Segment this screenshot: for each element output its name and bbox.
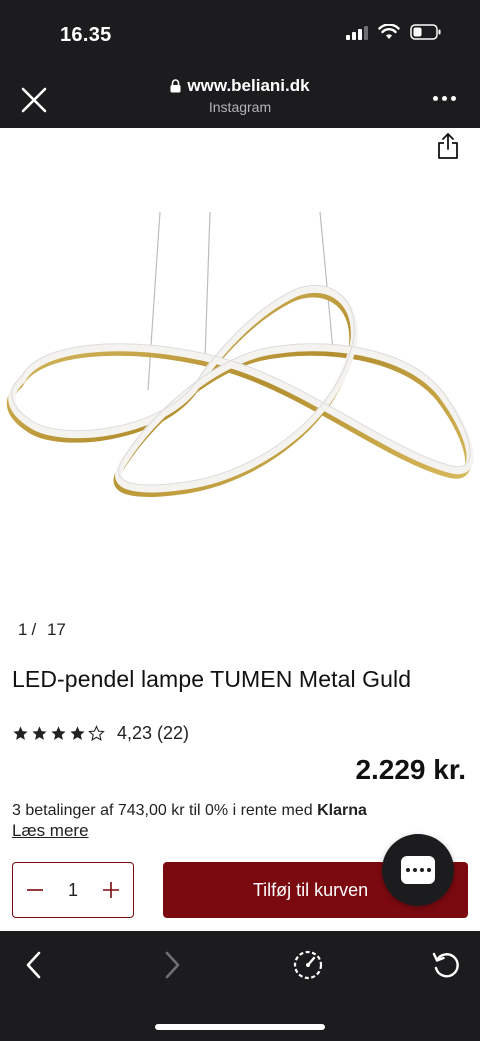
chevron-right-icon bbox=[165, 951, 180, 979]
forward-button[interactable] bbox=[154, 947, 190, 983]
star-filled-icon bbox=[51, 726, 66, 740]
status-icons bbox=[346, 24, 442, 40]
lock-icon bbox=[170, 79, 181, 93]
star-empty-icon bbox=[88, 725, 105, 741]
increase-quantity-button[interactable] bbox=[99, 878, 123, 902]
chevron-left-icon bbox=[26, 951, 41, 979]
battery-icon bbox=[410, 24, 441, 40]
product-rating[interactable]: 4,23 (22) bbox=[12, 723, 189, 744]
home-indicator[interactable] bbox=[155, 1024, 325, 1030]
chat-icon bbox=[401, 856, 435, 884]
rating-text: 4,23 (22) bbox=[117, 723, 190, 743]
add-to-cart-label: Tilføj til kurven bbox=[252, 879, 369, 900]
star-filled-icon bbox=[13, 726, 28, 740]
quantity-value[interactable]: 1 bbox=[68, 880, 78, 901]
more-options-button[interactable] bbox=[433, 96, 456, 101]
financing-info: 3 betalinger af 743,00 kr til 0% i rente… bbox=[12, 802, 367, 819]
gauge-icon bbox=[293, 950, 323, 980]
url-bar[interactable]: www.beliani.dk Instagram bbox=[0, 76, 480, 115]
read-more-link[interactable]: Læs mere bbox=[12, 821, 89, 841]
cellular-signal-icon bbox=[346, 24, 368, 40]
url-text: www.beliani.dk bbox=[187, 76, 310, 95]
star-filled-icon bbox=[32, 726, 47, 740]
image-counter: 1/ 17 bbox=[18, 620, 66, 639]
star-filled-icon bbox=[70, 726, 85, 740]
product-title: LED-pendel lampe TUMEN Metal Guld bbox=[12, 666, 412, 692]
back-button[interactable] bbox=[16, 947, 52, 983]
share-icon[interactable] bbox=[436, 132, 460, 160]
browser-header: www.beliani.dk Instagram bbox=[0, 70, 480, 128]
reload-icon bbox=[432, 952, 459, 978]
minus-icon bbox=[27, 889, 43, 891]
plus-icon bbox=[102, 882, 119, 898]
product-price: 2.229 kr. bbox=[355, 754, 466, 785]
wifi-icon bbox=[378, 24, 400, 39]
klarna-logo: Klarna bbox=[317, 802, 367, 819]
decrease-quantity-button[interactable] bbox=[23, 878, 47, 902]
status-bar: 16.35 bbox=[0, 0, 480, 70]
chat-button[interactable] bbox=[382, 834, 454, 906]
reload-button[interactable] bbox=[428, 947, 464, 983]
url-source: Instagram bbox=[208, 99, 272, 115]
product-image[interactable] bbox=[0, 200, 480, 520]
status-time: 16.35 bbox=[60, 24, 112, 46]
quantity-stepper: 1 bbox=[12, 862, 134, 918]
speed-dial-button[interactable] bbox=[290, 947, 326, 983]
